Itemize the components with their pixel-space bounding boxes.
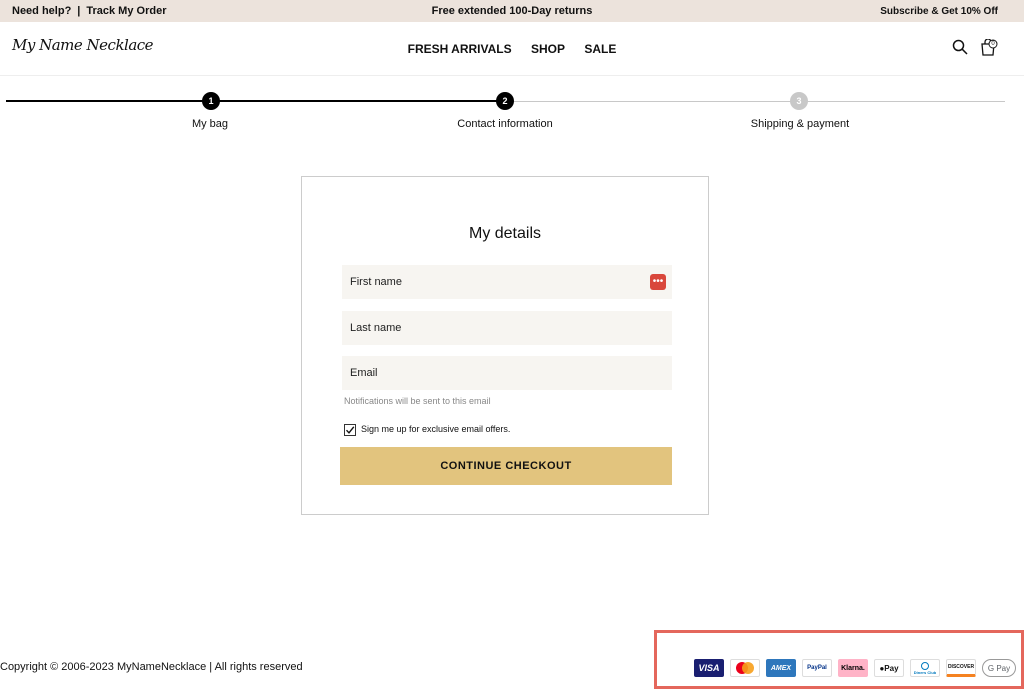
topbar-divider: | (77, 5, 81, 17)
checkout-progress: 1 My bag 2 Contact information 3 Shippin… (0, 86, 1024, 136)
mastercard-icon (730, 659, 760, 677)
need-help-link[interactable]: Need help? (12, 5, 71, 17)
klarna-icon: Klarna. (838, 659, 868, 677)
step-2-marker: 2 (496, 92, 514, 110)
last-name-input[interactable] (342, 311, 672, 345)
main-nav: FRESH ARRIVALS SHOP SALE (0, 42, 1024, 56)
amex-icon: AMEX (766, 659, 796, 677)
email-offers-label[interactable]: Sign me up for exclusive email offers. (361, 424, 510, 434)
announcement-bar: Need help? | Track My Order Free extende… (0, 0, 1024, 22)
apple-pay-icon: ● Pay (874, 659, 904, 677)
diners-club-icon: Diners Club (910, 659, 940, 677)
form-title: My details (468, 225, 542, 242)
email-offers-checkbox[interactable] (344, 424, 356, 436)
subscribe-link[interactable]: Subscribe & Get 10% Off (880, 6, 998, 17)
paypal-icon: PayPal (802, 659, 832, 677)
step-3-marker: 3 (790, 92, 808, 110)
first-name-input[interactable] (342, 265, 672, 299)
search-icon[interactable] (952, 39, 968, 56)
checkmark-icon (345, 426, 355, 434)
step-1-label[interactable]: My bag (192, 118, 228, 130)
cart-count: 0 (991, 41, 995, 47)
nav-sale[interactable]: SALE (584, 42, 616, 56)
track-order-link[interactable]: Track My Order (86, 5, 166, 17)
step-1-marker[interactable]: 1 (202, 92, 220, 110)
visa-icon: VISA (694, 659, 724, 677)
step-3-label: Shipping & payment (750, 118, 850, 130)
email-hint: Notifications will be sent to this email (344, 396, 491, 406)
returns-promo[interactable]: Free extended 100-Day returns (432, 5, 593, 17)
google-pay-icon: G Pay (982, 659, 1016, 677)
nav-fresh-arrivals[interactable]: FRESH ARRIVALS (408, 42, 512, 56)
nav-shop[interactable]: SHOP (531, 42, 565, 56)
progress-line-done (6, 100, 502, 102)
site-header: My Name Necklace FRESH ARRIVALS SHOP SAL… (0, 22, 1024, 76)
discover-icon: DISCOVER (946, 659, 976, 677)
my-details-form: My details ••• Notifications will be sen… (301, 176, 709, 515)
payment-methods: VISA AMEX PayPal Klarna. ● Pay Diners Clu… (654, 630, 1024, 689)
autofill-menu-icon[interactable]: ••• (650, 274, 666, 290)
email-input[interactable] (342, 356, 672, 390)
step-2-label: Contact information (457, 118, 553, 130)
cart-icon[interactable]: 0 (980, 39, 998, 56)
progress-line-todo (505, 101, 1005, 102)
continue-checkout-button[interactable]: CONTINUE CHECKOUT (340, 447, 672, 485)
copyright-text: Copyright © 2006-2023 MyNameNecklace | A… (0, 661, 303, 673)
